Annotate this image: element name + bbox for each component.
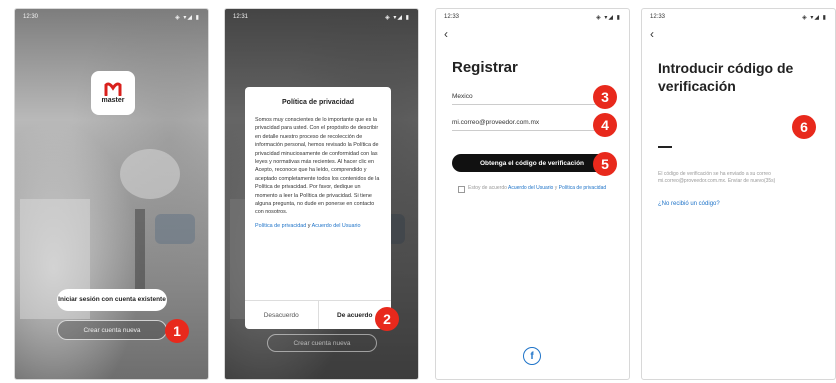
logo-m-icon [104,82,122,96]
status-icons: ◈ ▾◢ ▮ [596,14,621,21]
terms-agreement: Estoy de acuerdo Acuerdo del Usuario y P… [458,185,618,193]
email-field[interactable]: mi.correo@proveedor.com.mx [452,119,612,131]
status-icons: ◈ ▾◢ ▮ [385,14,410,21]
app-logo: master [91,71,135,115]
step-badge-2: 2 [375,307,399,331]
create-account-button-behind: Crear cuenta nueva [267,334,377,352]
phone-screen-3: 12:33 ◈ ▾◢ ▮ ‹ Registrar Mexico mi.corre… [435,8,630,380]
status-bar: 12:33 ◈ ▾◢ ▮ [642,9,835,25]
phone-screen-2: 12:31 ◈ ▾◢ ▮ Crear cuenta nueva Política… [224,8,419,380]
status-time: 12:33 [650,14,666,20]
verification-info: El código de verificación se ha enviado … [658,171,776,184]
facebook-icon[interactable]: f [523,347,541,365]
dialog-body: Somos muy conscientes de lo importante q… [255,117,380,216]
status-time: 12:31 [233,14,249,20]
phone-screen-4: 12:33 ◈ ▾◢ ▮ ‹ Introducir código de veri… [641,8,836,380]
step-badge-4: 4 [593,113,617,137]
status-icons: ◈ ▾◢ ▮ [802,14,827,21]
step-badge-6: 6 [792,115,816,139]
country-field[interactable]: Mexico [452,93,612,105]
status-bar: 12:33 ◈ ▾◢ ▮ [436,9,629,25]
phone-screen-1: 12:30 ◈ ▾◢ ▮ master Iniciar sesión con c… [14,8,209,380]
step-badge-1: 1 [165,319,189,343]
status-time: 12:30 [23,14,39,20]
status-icons: ◈ ▾◢ ▮ [175,14,200,21]
privacy-dialog: Política de privacidad Somos muy conscie… [245,87,391,329]
privacy-policy-link[interactable]: Política de privacidad [255,223,306,229]
get-code-button[interactable]: Obtenga el código de verificación [452,154,612,172]
user-agreement-link[interactable]: Acuerdo del Usuario [312,223,361,229]
code-input[interactable] [658,146,672,148]
step-badge-5: 5 [593,152,617,176]
create-account-button[interactable]: Crear cuenta nueva [57,320,167,340]
disagree-button[interactable]: Desacuerdo [245,301,319,329]
dialog-links: Política de privacidad y Acuerdo del Usu… [245,222,391,230]
dialog-title: Política de privacidad [282,99,354,106]
user-agreement-link[interactable]: Acuerdo del Usuario [508,185,553,191]
page-title: Registrar [452,59,518,76]
page-title: Introducir código de verificación [658,60,794,94]
status-bar: 12:30 ◈ ▾◢ ▮ [15,9,208,25]
back-icon[interactable]: ‹ [444,27,448,41]
back-icon[interactable]: ‹ [650,27,654,41]
logo-text: master [101,97,125,104]
agree-prefix: Estoy de acuerdo [468,185,509,191]
login-existing-button[interactable]: Iniciar sesión con cuenta existente [57,289,167,311]
status-time: 12:33 [444,14,460,20]
agree-checkbox[interactable] [458,186,465,193]
step-badge-3: 3 [593,85,617,109]
dialog-footer: Desacuerdo De acuerdo [245,300,391,329]
privacy-policy-link[interactable]: Política de privacidad [559,185,607,191]
no-code-link[interactable]: ¿No recibió un código? [658,201,720,207]
status-bar: 12:31 ◈ ▾◢ ▮ [225,9,418,25]
